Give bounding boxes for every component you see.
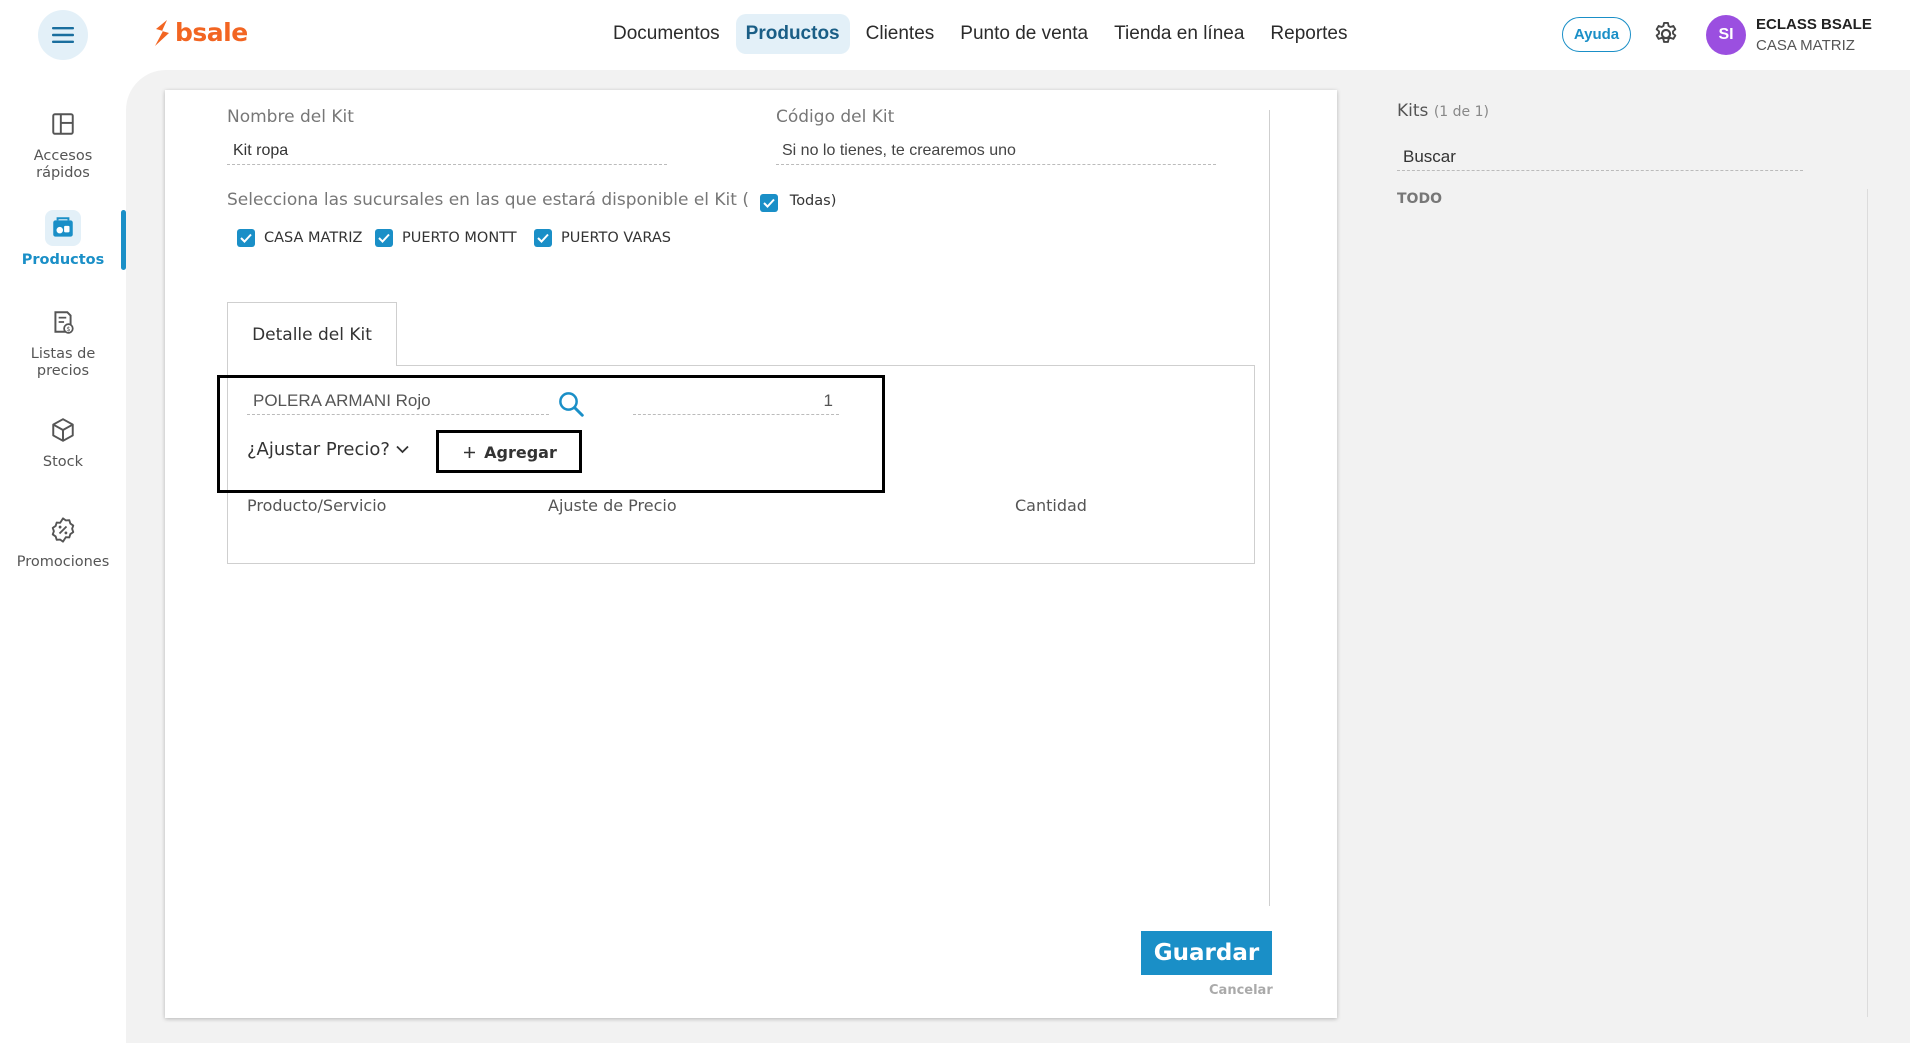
- sidebar-label: Accesos rápidos: [33, 148, 93, 181]
- nav-reportes[interactable]: Reportes: [1260, 14, 1357, 54]
- discount-badge-icon: [51, 517, 75, 543]
- sidebar-label: Productos: [21, 252, 105, 268]
- bsale-bolt-icon: [155, 19, 169, 46]
- kits-panel-title: Kits (1 de 1): [1397, 101, 1489, 121]
- kit-name-label: Nombre del Kit: [227, 107, 354, 127]
- avatar[interactable]: SI: [1706, 15, 1746, 55]
- branch-checkbox[interactable]: [237, 229, 255, 247]
- check-icon: [378, 233, 390, 243]
- cube-icon: [52, 418, 74, 442]
- sidebar-item-accesos-rapidos[interactable]: Accesos rápidos: [0, 106, 126, 182]
- branches-prompt: Selecciona las sucursales en las que est…: [227, 190, 837, 212]
- kits-search-input[interactable]: [1397, 143, 1803, 171]
- price-list-icon: $: [54, 311, 74, 334]
- kits-count: (1 de 1): [1433, 104, 1489, 120]
- branch-option-puerto-montt[interactable]: PUERTO MONTT: [375, 229, 517, 247]
- check-icon: [537, 233, 549, 243]
- bsale-logo[interactable]: bsale: [153, 18, 248, 47]
- card-divider: [1269, 110, 1270, 906]
- branch-checkbox[interactable]: [375, 229, 393, 247]
- help-button[interactable]: Ayuda: [1562, 17, 1631, 52]
- sidebar-item-productos[interactable]: Productos: [0, 210, 126, 269]
- check-icon: [763, 198, 776, 208]
- top-bar: bsale Documentos Productos Clientes Punt…: [0, 0, 1910, 70]
- user-name[interactable]: ECLASS BSALE: [1756, 16, 1872, 33]
- nav-clientes[interactable]: Clientes: [856, 14, 945, 54]
- hamburger-icon: [52, 27, 74, 43]
- kits-scrollbar[interactable]: [1867, 189, 1868, 1017]
- main-nav: Documentos Productos Clientes Punto de v…: [603, 14, 1358, 54]
- branch-label: CASA MATRIZ: [264, 230, 363, 246]
- sidebar-label: Stock: [42, 454, 84, 470]
- branch-option-casa-matriz[interactable]: CASA MATRIZ: [237, 229, 363, 247]
- sidebar-label: Promociones: [16, 554, 110, 570]
- kit-code-label: Código del Kit: [776, 107, 895, 127]
- column-header-cantidad: Cantidad: [1015, 496, 1087, 515]
- save-button[interactable]: Guardar: [1141, 931, 1272, 975]
- kit-code-input[interactable]: [776, 137, 1216, 165]
- nav-documentos[interactable]: Documentos: [603, 14, 730, 54]
- all-branches-checkbox[interactable]: [760, 194, 779, 212]
- highlight-annotation-add: [436, 430, 582, 473]
- sidebar-item-stock[interactable]: Stock: [0, 412, 126, 471]
- sidebar-item-promociones[interactable]: Promociones: [0, 512, 126, 571]
- sidebar-label: Listas de precios: [30, 346, 96, 379]
- menu-button[interactable]: [38, 10, 88, 60]
- branch-label: PUERTO VARAS: [561, 230, 671, 246]
- cancel-link[interactable]: Cancelar: [1209, 983, 1273, 998]
- tab-detalle-del-kit[interactable]: Detalle del Kit: [227, 302, 397, 366]
- sidebar-active-indicator: [121, 210, 126, 270]
- branch-checkbox[interactable]: [534, 229, 552, 247]
- all-branches-label: Todas: [789, 193, 831, 209]
- svg-text:$: $: [66, 325, 70, 333]
- kits-filter-todo[interactable]: TODO: [1397, 191, 1442, 207]
- column-header-ajuste-precio: Ajuste de Precio: [548, 496, 677, 515]
- branch-option-puerto-varas[interactable]: PUERTO VARAS: [534, 229, 671, 247]
- branch-label: PUERTO MONTT: [402, 230, 517, 246]
- logo-text: bsale: [175, 18, 248, 47]
- sidebar-item-listas-de-precios[interactable]: $ Listas de precios: [0, 304, 126, 380]
- nav-tienda-en-linea[interactable]: Tienda en línea: [1104, 14, 1254, 54]
- check-icon: [240, 233, 252, 243]
- user-branch: CASA MATRIZ: [1756, 37, 1855, 54]
- products-icon: [53, 217, 73, 237]
- column-header-producto: Producto/Servicio: [247, 496, 387, 515]
- layout-icon: [52, 113, 74, 135]
- nav-punto-de-venta[interactable]: Punto de venta: [950, 14, 1098, 54]
- gear-icon[interactable]: [1652, 20, 1680, 48]
- kit-name-input[interactable]: [227, 137, 667, 165]
- nav-productos[interactable]: Productos: [735, 14, 850, 54]
